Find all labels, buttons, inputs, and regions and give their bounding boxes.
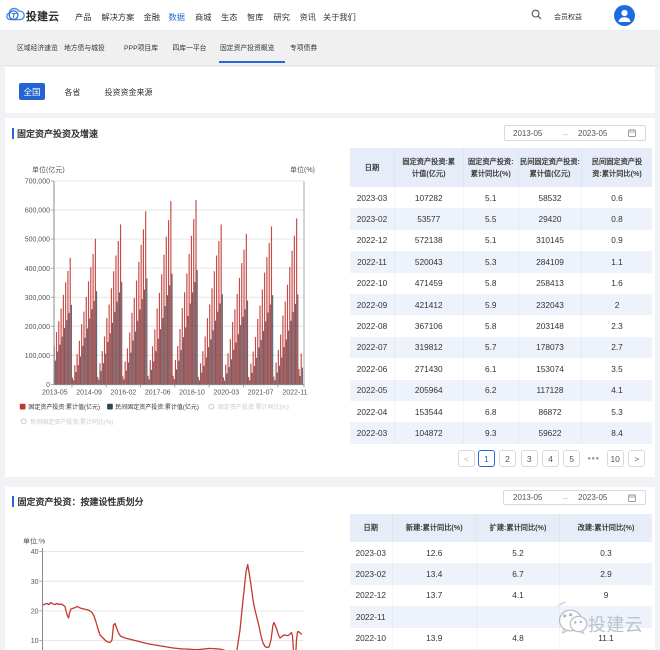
svg-text:200,000: 200,000 <box>25 324 50 331</box>
svg-text:20: 20 <box>31 609 39 616</box>
svg-text:民间固定资产投资:累计值(亿元): 民间固定资产投资:累计值(亿元) <box>115 403 199 411</box>
svg-text:600,000: 600,000 <box>25 208 50 215</box>
svg-text:0: 0 <box>46 382 50 389</box>
svg-text:单位(%): 单位(%) <box>290 165 315 174</box>
svg-text:2021-07: 2021-07 <box>248 390 274 397</box>
svg-text:固定资产投资:累计值(亿元): 固定资产投资:累计值(亿元) <box>28 403 100 411</box>
svg-text:40: 40 <box>31 549 39 556</box>
svg-text:固定资产投资:累计同比(%): 固定资产投资:累计同比(%) <box>218 403 289 411</box>
svg-text:单位(亿元): 单位(亿元) <box>32 165 65 174</box>
svg-text:700,000: 700,000 <box>25 179 50 186</box>
svg-text:单位:%: 单位:% <box>23 537 45 546</box>
svg-text:2022-11: 2022-11 <box>282 390 307 397</box>
svg-text:民间固定资产投资:累计同比(%): 民间固定资产投资:累计同比(%) <box>30 418 113 426</box>
svg-text:2013-05: 2013-05 <box>42 390 68 397</box>
svg-text:2018-10: 2018-10 <box>179 390 205 397</box>
svg-text:400,000: 400,000 <box>25 266 50 273</box>
svg-text:2014-09: 2014-09 <box>76 390 102 397</box>
svg-text:300,000: 300,000 <box>25 295 50 302</box>
svg-text:500,000: 500,000 <box>25 237 50 244</box>
svg-text:30: 30 <box>31 579 39 586</box>
svg-text:2020-03: 2020-03 <box>213 390 239 397</box>
svg-text:100,000: 100,000 <box>25 353 50 360</box>
svg-text:10: 10 <box>31 638 39 645</box>
svg-text:2017-06: 2017-06 <box>145 390 171 397</box>
svg-text:2016-02: 2016-02 <box>111 390 137 397</box>
